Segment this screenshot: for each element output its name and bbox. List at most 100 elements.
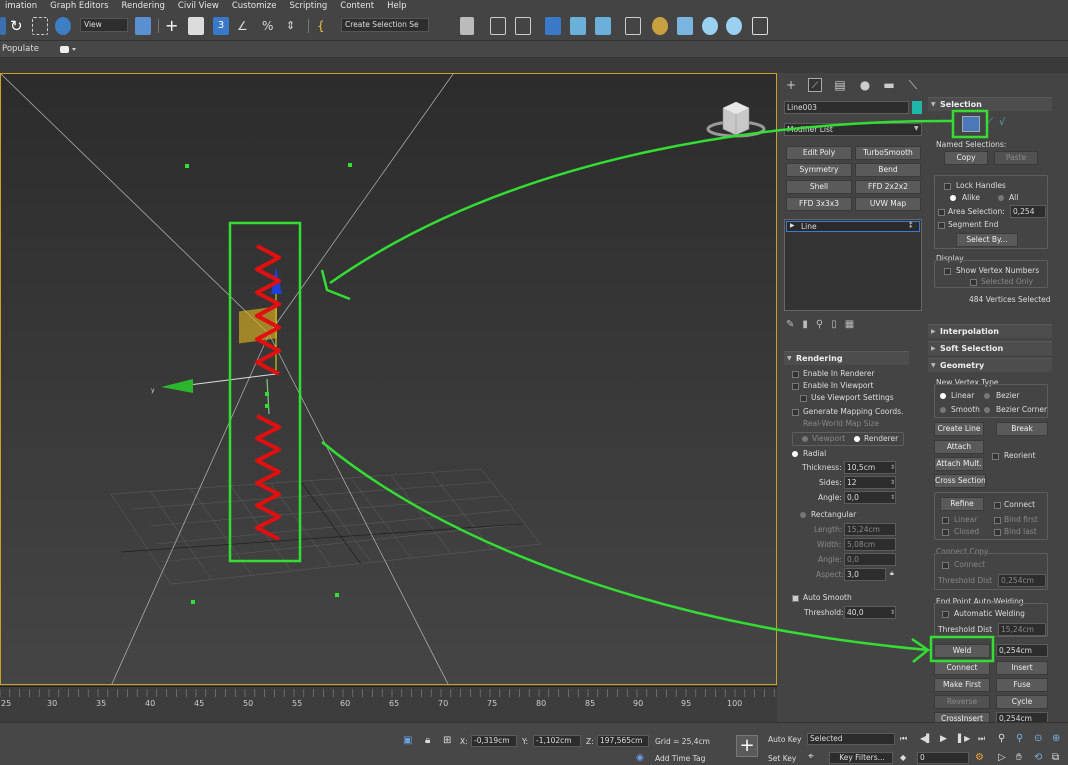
display-tab-icon[interactable]: ▬ [882, 78, 896, 92]
field-of-view-icon[interactable]: ▷ [998, 752, 1006, 764]
connect-copy-checkbox[interactable] [942, 562, 949, 569]
remove-modifier-icon[interactable]: ▯ [831, 319, 845, 330]
menu-civil-view[interactable]: Civil View [178, 1, 219, 11]
enable-in-viewport-checkbox[interactable] [792, 383, 799, 390]
menu-rendering[interactable]: Rendering [122, 1, 165, 11]
weld-spinner[interactable]: 0,254cm [996, 644, 1048, 657]
fuse-button[interactable]: Fuse [996, 678, 1048, 692]
go-to-end-icon[interactable]: ⏭ [978, 733, 985, 745]
geometry-rollout-header[interactable]: ▼ Geometry [928, 358, 1052, 372]
stack-item-line[interactable]: ▶ Line ⁑ [786, 221, 920, 232]
absolute-mode-icon[interactable]: ⊞ [443, 735, 451, 747]
radial-radio[interactable] [792, 451, 798, 457]
cross-section-button[interactable]: Cross Section [934, 474, 986, 488]
modifier-button-turbosmooth[interactable]: TurboSmooth [855, 146, 921, 160]
isolate-selection-icon[interactable]: ▣ [403, 735, 412, 747]
add-time-tag-button[interactable]: Add Time Tag [655, 754, 705, 763]
menu-animation[interactable]: imation [5, 1, 37, 11]
hierarchy-tab-icon[interactable]: ▤ [833, 78, 847, 92]
reverse-button[interactable]: Reverse [934, 695, 990, 709]
make-first-button[interactable]: Make First [934, 678, 990, 692]
spinner-arrows-icon[interactable]: ⇕ [890, 464, 895, 471]
object-name-field[interactable]: Line003 [784, 101, 909, 114]
connect-checkbox[interactable] [994, 502, 1001, 509]
schematic-view-icon[interactable] [595, 17, 611, 35]
current-frame-field[interactable]: 0 [917, 752, 969, 764]
segment-subobject-icon[interactable]: ⟋ [986, 117, 993, 128]
select-region-icon[interactable] [32, 17, 48, 35]
render-in-cloud-icon[interactable] [726, 17, 742, 35]
refine-button[interactable]: Refine [940, 497, 984, 511]
renderer-radio[interactable] [854, 436, 860, 442]
closed-checkbox[interactable] [942, 529, 949, 536]
all-radio[interactable] [998, 195, 1004, 201]
modifier-button-uvw-map[interactable]: UVW Map [855, 197, 921, 211]
reference-coord-dropdown[interactable]: View [80, 18, 128, 32]
orbit-icon[interactable]: ⟲ [1034, 752, 1042, 764]
reorient-checkbox[interactable] [992, 453, 999, 460]
sides-spinner[interactable]: 12 [844, 476, 896, 489]
set-key-big-icon[interactable]: + [736, 735, 758, 757]
modifier-button-edit-poly[interactable]: Edit Poly [786, 146, 852, 160]
selection-lock-icon[interactable]: 🔒︎ [425, 735, 430, 747]
modifier-stack[interactable]: ▶ Line ⁑ [784, 219, 922, 311]
pivot-icon[interactable] [135, 17, 151, 35]
menu-content[interactable]: Content [340, 1, 374, 11]
selection-rollout-header[interactable]: ▼ Selection [928, 97, 1052, 111]
align-icon[interactable] [460, 17, 474, 35]
modifier-button-ffd-3x3x3[interactable]: FFD 3x3x3 [786, 197, 852, 211]
zoom-icon[interactable]: ⚲ [998, 733, 1005, 745]
y-coord-field[interactable]: -1,102cm [533, 735, 581, 747]
next-frame-icon[interactable]: ▌▶ [958, 733, 970, 745]
pin-stack-icon[interactable]: ✎ [786, 319, 802, 330]
bezier-radio[interactable] [984, 393, 990, 399]
menu-customize[interactable]: Customize [232, 1, 277, 11]
weld-threshold-spinner[interactable]: 15,24cm [998, 623, 1046, 636]
rendering-rollout-header[interactable]: ▼ Rendering [784, 351, 909, 365]
show-vertex-numbers-checkbox[interactable] [944, 268, 951, 275]
menu-scripting[interactable]: Scripting [289, 1, 327, 11]
perspective-viewport[interactable]: y [0, 73, 777, 685]
zoom-all-icon[interactable]: ⚲ [1016, 733, 1023, 745]
mirror-icon[interactable] [437, 17, 453, 35]
go-to-start-icon[interactable]: ⏮ [900, 733, 907, 745]
modifier-button-symmetry[interactable]: Symmetry [786, 163, 852, 177]
pan-view-icon[interactable]: ✋︎ [1016, 752, 1022, 764]
spinner-arrows-icon[interactable]: ⇕ [890, 609, 895, 616]
key-filter-icon[interactable]: ⌖ [808, 751, 814, 763]
selected-only-checkbox[interactable] [970, 279, 977, 286]
bind-last-checkbox[interactable] [994, 529, 1001, 536]
spinner-snap-icon[interactable]: ⇕ [286, 17, 302, 35]
menu-graph-editors[interactable]: Graph Editors [50, 1, 108, 11]
spinner-arrows-icon[interactable]: ⇕ [890, 479, 895, 486]
key-mode-icon[interactable]: ◆ [900, 752, 906, 764]
layer-explorer-icon[interactable] [515, 17, 531, 35]
menu-help[interactable]: Help [387, 1, 406, 11]
create-tab-icon[interactable]: + [784, 78, 798, 92]
select-manipulate-icon[interactable] [188, 17, 204, 35]
toggle-ribbon-icon[interactable] [545, 17, 561, 35]
interpolation-rollout-header[interactable]: ▶ Interpolation [928, 324, 1052, 338]
lock-handles-checkbox[interactable] [944, 183, 951, 190]
set-key-button[interactable]: Set Key [768, 754, 796, 763]
break-button[interactable]: Break [996, 422, 1048, 436]
render-production-icon[interactable] [702, 17, 718, 35]
time-tag-icon[interactable]: ◉ [636, 752, 644, 764]
spline-subobject-icon[interactable]: √ [999, 117, 1005, 128]
play-icon[interactable]: ▶ [940, 733, 947, 745]
angle-snap-icon[interactable]: ∠ [237, 17, 253, 35]
insert-button[interactable]: Insert [996, 661, 1048, 675]
vertex-subobject-icon[interactable] [962, 116, 980, 132]
aspect-spinner[interactable]: 3,0 [844, 568, 886, 581]
percent-snap-icon[interactable]: % [262, 17, 278, 35]
cross-insert-button[interactable]: CrossInsert [934, 712, 990, 722]
automatic-welding-checkbox[interactable] [942, 611, 949, 618]
attach-button[interactable]: Attach [934, 440, 984, 454]
ribbon-tab-populate[interactable]: Populate [2, 44, 39, 54]
connect-threshold-spinner[interactable]: 0,254cm [998, 574, 1046, 587]
a360-gallery-icon[interactable] [752, 17, 768, 35]
zoom-extents-all-icon[interactable]: ⊕ [1052, 733, 1060, 745]
alike-radio[interactable] [950, 195, 956, 201]
edit-named-selection-icon[interactable]: { [317, 17, 333, 35]
linear-radio[interactable] [940, 393, 946, 399]
